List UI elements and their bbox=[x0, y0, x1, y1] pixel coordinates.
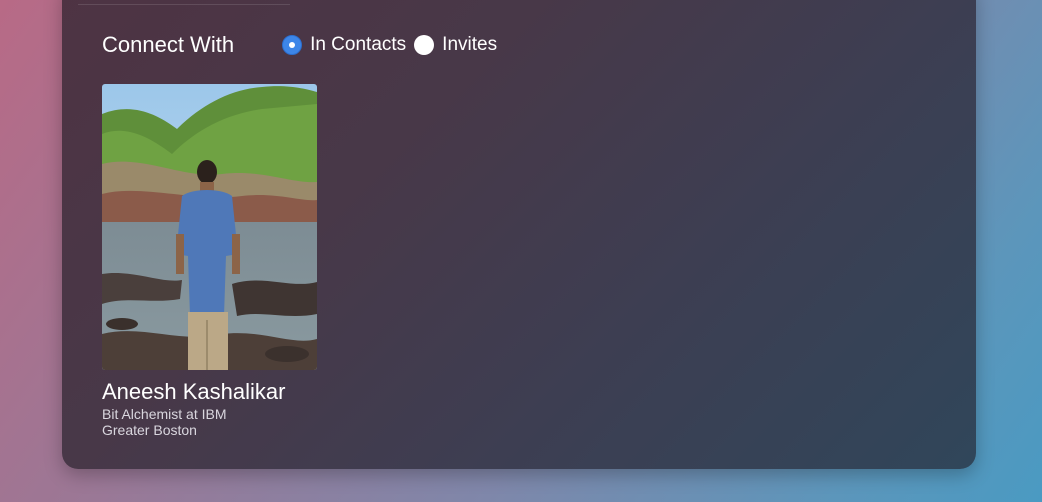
radio-invites[interactable]: Invites bbox=[414, 34, 497, 56]
radio-in-contacts[interactable]: In Contacts bbox=[282, 34, 406, 56]
contact-location: Greater Boston bbox=[102, 422, 197, 438]
radio-invites-label: Invites bbox=[442, 34, 498, 55]
contact-headline: Bit Alchemist at IBM bbox=[102, 406, 227, 422]
contact-photo bbox=[102, 84, 317, 370]
radio-button-checked[interactable] bbox=[282, 35, 303, 55]
contact-name[interactable]: Aneesh Kashalikar bbox=[102, 378, 332, 406]
connect-with-title: Connect With bbox=[102, 32, 235, 57]
contact-card[interactable]: Aneesh Kashalikar Bit Alchemist at IBM G… bbox=[102, 84, 332, 438]
divider bbox=[78, 4, 290, 5]
connect-with-row: Connect With In Contacts Invites bbox=[102, 30, 505, 60]
radio-button-unchecked[interactable] bbox=[414, 35, 435, 55]
radio-in-contacts-label: In Contacts bbox=[310, 34, 407, 55]
